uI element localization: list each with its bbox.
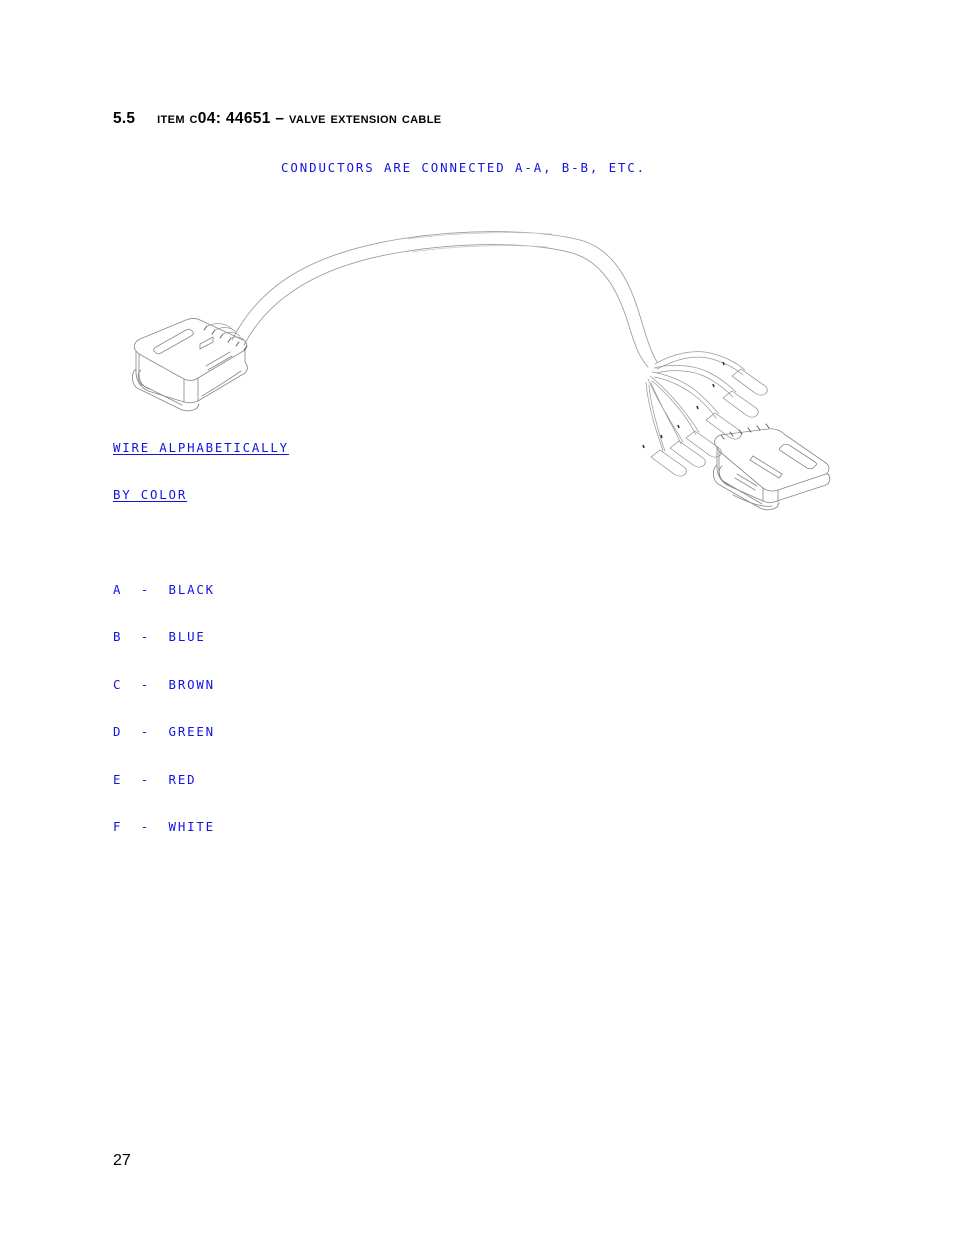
legend-spacer [113,534,289,550]
page-number: 27 [113,1152,131,1169]
legend-heading-line1: WIRE ALPHABETICALLY [113,439,289,455]
legend-row-e: E - RED [113,771,197,787]
conductor-note: CONDUCTORS ARE CONNECTED A-A, B-B, ETC. [281,160,647,175]
legend-row-f: F - WHITE [113,818,215,834]
right-connector [712,428,831,511]
legend-row-a: A - BLACK [113,581,215,597]
wire-color-legend: WIRE ALPHABETICALLY BY COLOR A - BLACK B… [113,408,289,866]
page-title: Item C04: 44651 – Valve Extension Cable [157,110,442,127]
document-page: 5.5 Item C04: 44651 – Valve Extension Ca… [0,0,954,1235]
cable-jacket [231,231,658,368]
cable-crest-highlight [407,232,553,253]
legend-row-c: C - BROWN [113,676,215,692]
legend-row-b: B - BLUE [113,629,206,645]
legend-heading-line2: BY COLOR [113,486,188,502]
section-heading: 5.5 Item C04: 44651 – Valve Extension Ca… [113,110,441,128]
terminal-crimp-marks [642,361,725,449]
legend-row-d: D - GREEN [113,724,215,740]
section-number: 5.5 [113,110,136,127]
